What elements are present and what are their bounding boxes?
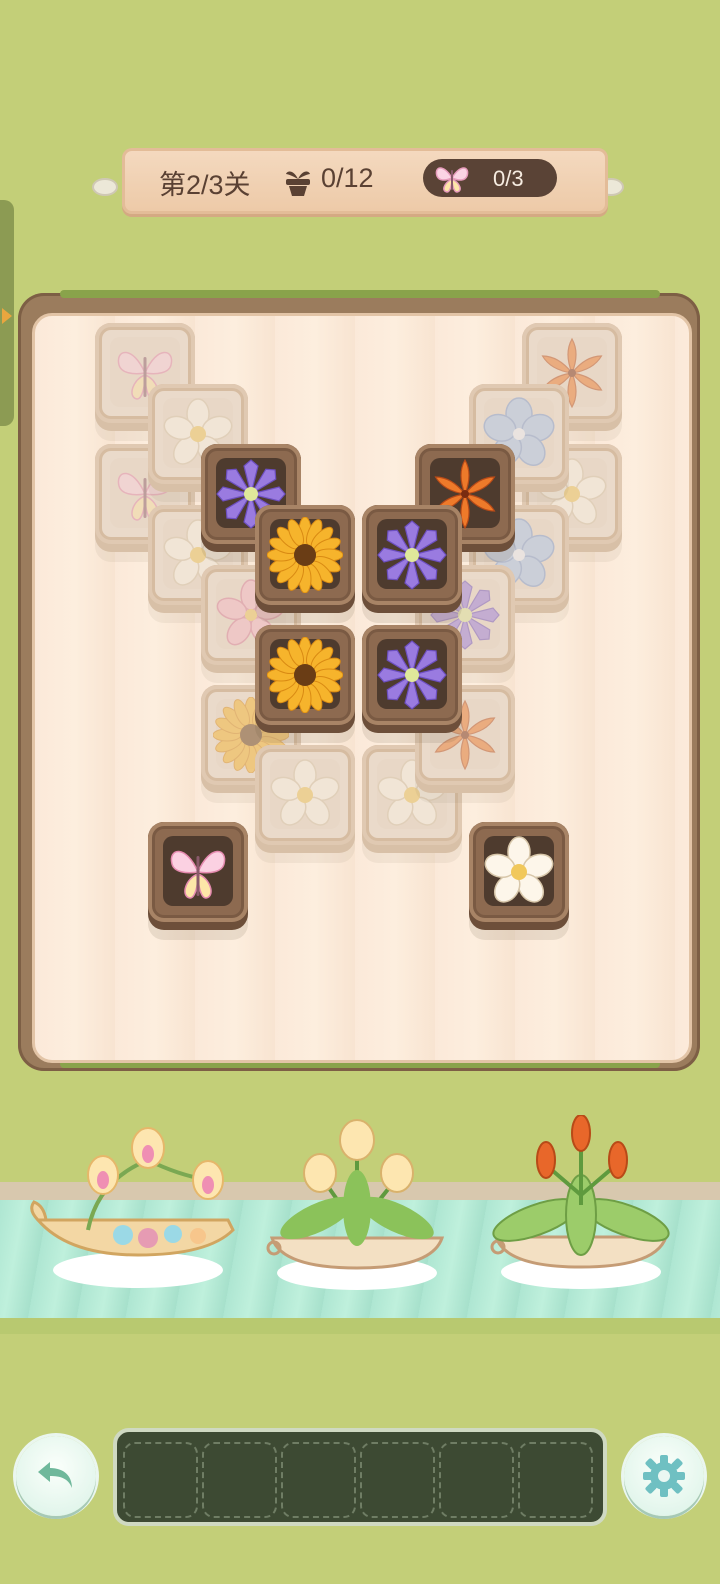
pot-white-buds	[266, 1119, 445, 1290]
tile-white-plumeria	[255, 745, 355, 863]
boat-pot-butterfly-bouquet	[30, 1127, 235, 1288]
tile-purple-clematis[interactable]	[362, 625, 462, 743]
butterfly-counter-pill: 0/3	[423, 159, 557, 197]
butterfly-icon	[435, 167, 469, 193]
river-grass	[0, 1318, 720, 1334]
tile-purple-clematis[interactable]	[362, 505, 462, 623]
butterflies-counter: 0/3	[493, 166, 524, 191]
tray-slot	[518, 1442, 593, 1518]
undo-icon	[38, 1462, 72, 1488]
pots-counter: 0/12	[321, 163, 374, 193]
chevron-right-icon	[2, 308, 12, 324]
tile-sunflower[interactable]	[255, 505, 355, 623]
purple-clematis-icon	[377, 640, 447, 710]
settings-button[interactable]	[624, 1436, 704, 1516]
level-counter: 第2/3关	[159, 170, 251, 200]
hud-cloud-left	[92, 178, 118, 196]
tile-butterfly[interactable]	[148, 822, 248, 940]
level-hud: 第2/3关 0/12 0/3	[122, 148, 608, 214]
white-plumeria-icon	[484, 836, 554, 903]
butterfly-icon	[170, 850, 226, 899]
tile-tray	[113, 1428, 607, 1526]
purple-clematis-icon	[377, 520, 447, 590]
tray-slot	[202, 1442, 277, 1518]
white-plumeria-icon	[270, 759, 340, 826]
tray-slot	[360, 1442, 435, 1518]
gear-icon	[643, 1455, 685, 1497]
undo-button[interactable]	[16, 1436, 96, 1516]
pot-orange-buds	[490, 1115, 670, 1289]
flowerpot-icon	[286, 171, 310, 196]
side-drawer-tab[interactable]	[0, 200, 14, 426]
board-moss-top	[60, 290, 660, 298]
tile-sunflower[interactable]	[255, 625, 355, 743]
sunflower-icon	[267, 517, 343, 593]
tray-slot	[439, 1442, 514, 1518]
tile-white-plumeria[interactable]	[469, 822, 569, 940]
tray-slot	[281, 1442, 356, 1518]
sunflower-icon	[267, 637, 343, 713]
tray-slot	[123, 1442, 198, 1518]
